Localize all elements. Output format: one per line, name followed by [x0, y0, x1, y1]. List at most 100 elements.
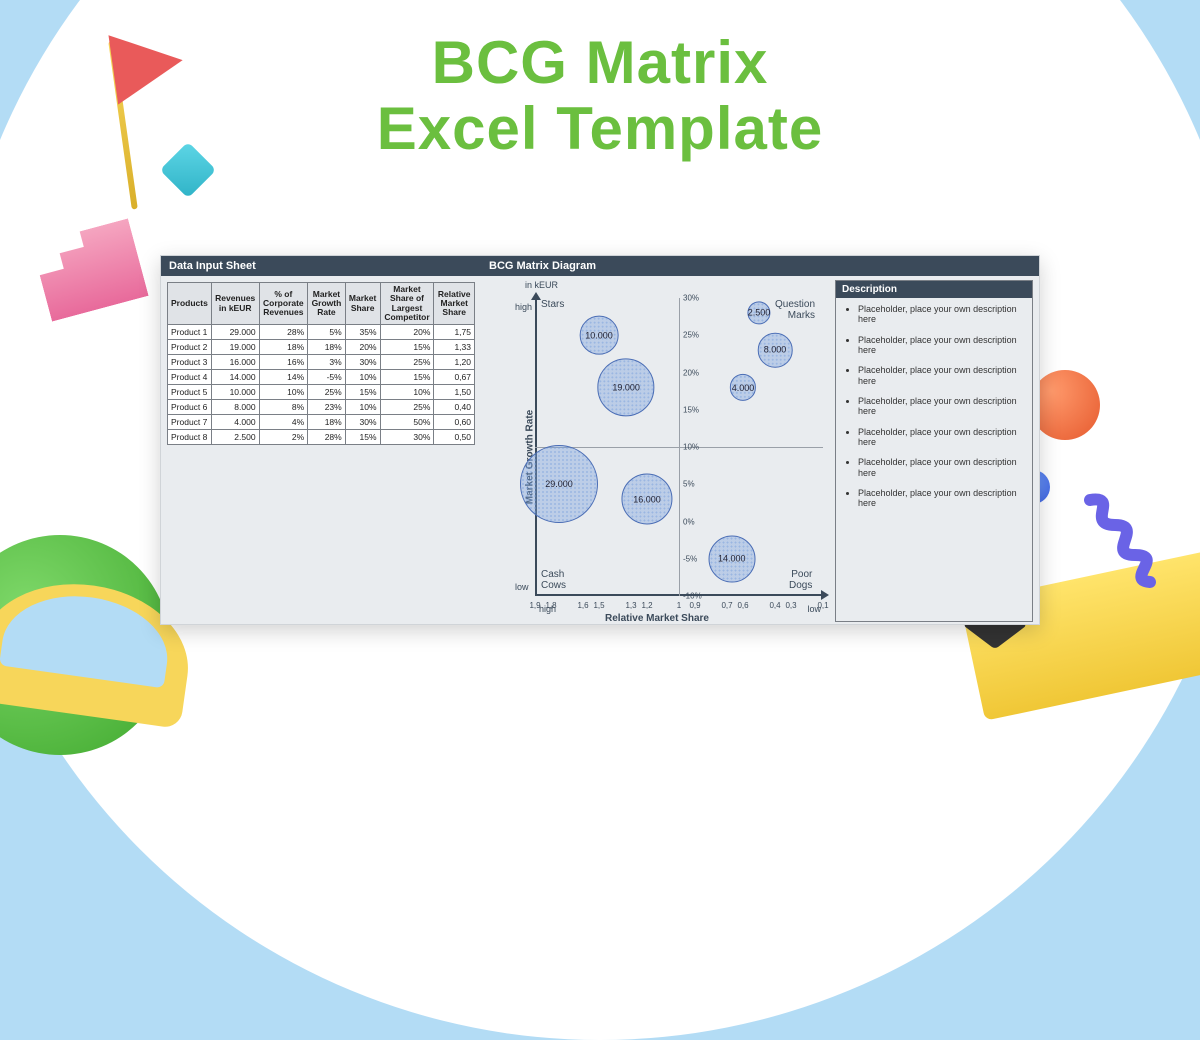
description-item: Placeholder, place your own description … — [858, 365, 1022, 386]
title-line-2: Excel Template — [0, 96, 1200, 162]
y-low-label: low — [515, 582, 529, 592]
y-tick: 10% — [683, 443, 699, 452]
table-cell: 30% — [345, 355, 380, 370]
table-header: Revenues in kEUR — [211, 283, 259, 325]
table-cell: Product 8 — [168, 430, 212, 445]
table-cell: 15% — [380, 370, 434, 385]
table-cell: -5% — [308, 370, 346, 385]
table-row: Product 82.5002%28%15%30%0,50 — [168, 430, 475, 445]
chart-bubble: 4.000 — [730, 374, 756, 400]
chart-bubble: 29.000 — [520, 445, 598, 523]
description-box: Description Placeholder, place your own … — [835, 280, 1033, 622]
description-item: Placeholder, place your own description … — [858, 335, 1022, 356]
table-cell: 0,40 — [434, 400, 475, 415]
table-header: Relative Market Share — [434, 283, 475, 325]
table-cell: 50% — [380, 415, 434, 430]
table-cell: 1,75 — [434, 325, 475, 340]
chart-plot-area: 1,91,81,61,51,31,210,90,70,60,40,30,1-10… — [535, 298, 823, 596]
description-item: Placeholder, place your own description … — [858, 427, 1022, 448]
x-tick: 1,3 — [625, 601, 636, 610]
table-cell: Product 1 — [168, 325, 212, 340]
chart-bubble: 14.000 — [708, 535, 755, 582]
y-tick: 5% — [683, 480, 695, 489]
table-cell: 15% — [380, 340, 434, 355]
table-cell: 3% — [308, 355, 346, 370]
table-cell: Product 7 — [168, 415, 212, 430]
chart-bubble: 8.000 — [758, 333, 793, 368]
y-high-label: high — [515, 302, 532, 312]
y-tick: -10% — [683, 592, 702, 601]
table-cell: 15% — [345, 430, 380, 445]
x-tick: 1 — [677, 601, 681, 610]
table-cell: 0,60 — [434, 415, 475, 430]
x-tick: 1,2 — [641, 601, 652, 610]
chart-bubble: 16.000 — [621, 474, 672, 525]
table-cell: 25% — [308, 385, 346, 400]
data-input-panel: Data Input Sheet ProductsRevenues in kEU… — [161, 256, 481, 624]
bcg-chart: in kEUR Market Growth Rate high low high… — [487, 280, 827, 622]
x-tick: 0,7 — [721, 601, 732, 610]
table-cell: 8.000 — [211, 400, 259, 415]
x-tick: 1,9 — [529, 601, 540, 610]
chart-bubble: 2.500 — [747, 301, 770, 324]
table-header: % of Corporate Revenues — [259, 283, 308, 325]
x-tick: 1,5 — [593, 601, 604, 610]
table-cell: 25% — [380, 355, 434, 370]
x-tick: 0,3 — [785, 601, 796, 610]
title-line-1: BCG Matrix — [0, 30, 1200, 96]
y-tick: -5% — [683, 554, 697, 563]
table-row: Product 414.00014%-5%10%15%0,67 — [168, 370, 475, 385]
table-cell: 16% — [259, 355, 308, 370]
table-cell: 1,33 — [434, 340, 475, 355]
table-cell: 8% — [259, 400, 308, 415]
table-cell: Product 6 — [168, 400, 212, 415]
table-cell: 10.000 — [211, 385, 259, 400]
table-cell: Product 3 — [168, 355, 212, 370]
table-cell: 1,20 — [434, 355, 475, 370]
chart-bubble: 10.000 — [580, 316, 619, 355]
quadrant-label: QuestionMarks — [775, 300, 815, 321]
table-cell: 14% — [259, 370, 308, 385]
table-cell: 4.000 — [211, 415, 259, 430]
x-tick: 1,8 — [545, 601, 556, 610]
orange-ball-decoration — [1030, 370, 1100, 440]
table-cell: 23% — [308, 400, 346, 415]
table-cell: 14.000 — [211, 370, 259, 385]
table-cell: 30% — [345, 415, 380, 430]
description-item: Placeholder, place your own description … — [858, 304, 1022, 325]
chart-bubble: 19.000 — [598, 359, 655, 416]
table-cell: 10% — [380, 385, 434, 400]
table-cell: 2% — [259, 430, 308, 445]
table-cell: 4% — [259, 415, 308, 430]
table-cell: Product 4 — [168, 370, 212, 385]
description-item: Placeholder, place your own description … — [858, 396, 1022, 417]
description-header: Description — [836, 281, 1032, 298]
table-row: Product 68.0008%23%10%25%0,40 — [168, 400, 475, 415]
x-tick: 0,1 — [817, 601, 828, 610]
description-item: Placeholder, place your own description … — [858, 457, 1022, 478]
table-row: Product 219.00018%18%20%15%1,33 — [168, 340, 475, 355]
x-tick: 0,6 — [737, 601, 748, 610]
table-cell: 28% — [259, 325, 308, 340]
table-cell: 28% — [308, 430, 346, 445]
quadrant-label: CashCows — [541, 570, 566, 591]
quadrant-label: Stars — [541, 300, 564, 311]
table-cell: 19.000 — [211, 340, 259, 355]
data-input-table: ProductsRevenues in kEUR% of Corporate R… — [167, 282, 475, 445]
table-cell: 16.000 — [211, 355, 259, 370]
squiggle-decoration — [1080, 490, 1160, 590]
page-title: BCG Matrix Excel Template — [0, 30, 1200, 162]
excel-template-card: Data Input Sheet ProductsRevenues in kEU… — [160, 255, 1040, 625]
y-tick: 0% — [683, 517, 695, 526]
table-cell: 10% — [259, 385, 308, 400]
table-cell: 0,67 — [434, 370, 475, 385]
table-cell: 20% — [380, 325, 434, 340]
y-tick: 30% — [683, 294, 699, 303]
table-row: Product 129.00028%5%35%20%1,75 — [168, 325, 475, 340]
x-tick: 0,9 — [689, 601, 700, 610]
table-cell: 18% — [308, 415, 346, 430]
y-tick: 15% — [683, 405, 699, 414]
table-cell: 0,50 — [434, 430, 475, 445]
table-cell: 2.500 — [211, 430, 259, 445]
table-cell: 10% — [345, 370, 380, 385]
